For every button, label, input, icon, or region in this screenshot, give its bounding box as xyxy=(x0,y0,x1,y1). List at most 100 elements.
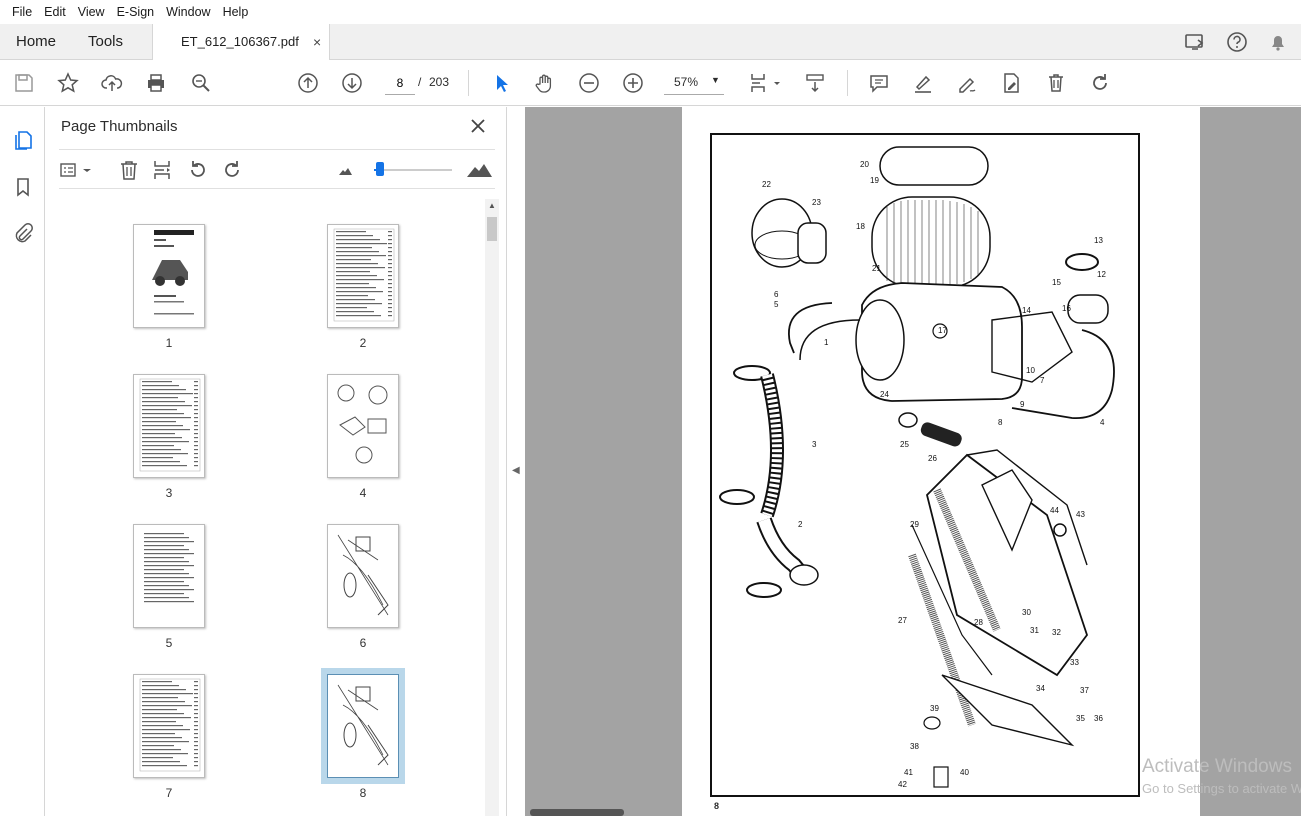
tab-document[interactable]: ET_612_106367.pdf × xyxy=(152,24,330,61)
tab-tools[interactable]: Tools xyxy=(88,24,123,60)
part-callout-number: 19 xyxy=(870,176,879,185)
document-horizontal-scrollbar[interactable] xyxy=(530,809,624,816)
part-callout-number: 8 xyxy=(998,418,1003,427)
thumbnail-page-number: 1 xyxy=(165,336,173,350)
zoom-out-icon[interactable] xyxy=(576,70,602,96)
part-callout-number: 16 xyxy=(1062,304,1071,313)
zoom-in-icon[interactable] xyxy=(620,70,646,96)
menu-edit[interactable]: Edit xyxy=(38,0,72,24)
zoom-search-icon[interactable] xyxy=(188,70,214,96)
menu-view[interactable]: View xyxy=(72,0,111,24)
scrollbar-thumb[interactable] xyxy=(487,217,497,241)
small-thumbnails-icon[interactable] xyxy=(334,158,358,182)
thumbnail-page-number: 2 xyxy=(359,336,367,350)
activate-windows-watermark: Activate Windows xyxy=(1142,756,1292,777)
cloud-upload-icon[interactable] xyxy=(99,70,125,96)
draw-pen-icon[interactable] xyxy=(954,70,980,96)
part-callout-number: 6 xyxy=(774,290,779,299)
slider-handle[interactable] xyxy=(376,162,385,176)
fit-page-icon[interactable] xyxy=(746,70,772,96)
bookmark-star-icon[interactable] xyxy=(55,70,81,96)
edit-pdf-icon[interactable] xyxy=(998,70,1024,96)
part-callout-number: 1 xyxy=(824,338,829,347)
thumbnail-options-menu-icon[interactable] xyxy=(59,158,83,182)
panel-splitter[interactable]: ◀ xyxy=(507,107,525,816)
delete-trash-icon[interactable] xyxy=(1043,70,1069,96)
part-callout-number: 24 xyxy=(880,390,889,399)
page-thumbnail[interactable] xyxy=(133,374,205,478)
part-callout-number: 32 xyxy=(1052,628,1061,637)
rotate-clockwise-icon[interactable] xyxy=(1087,70,1113,96)
page-thumbnail[interactable] xyxy=(327,524,399,628)
insert-page-icon[interactable] xyxy=(151,158,175,182)
menu-esign[interactable]: E-Sign xyxy=(111,0,161,24)
page-thumbnail[interactable] xyxy=(133,524,205,628)
previous-page-icon[interactable] xyxy=(295,70,321,96)
rotate-counterclockwise-icon[interactable] xyxy=(186,158,210,182)
share-screen-icon[interactable] xyxy=(1182,29,1208,55)
part-callout-number: 21 xyxy=(872,264,881,273)
part-callout-number: 17 xyxy=(938,326,947,335)
part-callout-number: 44 xyxy=(1050,506,1059,515)
page-thumbnails-icon[interactable] xyxy=(10,127,36,153)
menu-help[interactable]: Help xyxy=(217,0,255,24)
select-pointer-icon[interactable] xyxy=(488,70,514,96)
scroll-up-arrow-icon[interactable]: ▲ xyxy=(485,201,499,213)
thumbnail-scrollbar[interactable]: ▲ xyxy=(485,199,499,816)
part-callout-number: 14 xyxy=(1022,306,1031,315)
part-callout-number: 33 xyxy=(1070,658,1079,667)
comment-icon[interactable] xyxy=(866,70,892,96)
options-chevron-icon[interactable] xyxy=(81,158,93,182)
part-callout-number: 41 xyxy=(904,768,913,777)
thumbnail-page-number: 5 xyxy=(165,636,173,650)
print-icon[interactable] xyxy=(143,70,169,96)
page-number-input[interactable] xyxy=(385,71,415,95)
close-tab-icon[interactable]: × xyxy=(313,24,321,60)
part-callout-number: 40 xyxy=(960,768,969,777)
part-callout-number: 42 xyxy=(898,780,907,789)
part-callout-number: 15 xyxy=(1052,278,1061,287)
large-thumbnails-icon[interactable] xyxy=(464,158,494,182)
rotate-clockwise-page-icon[interactable] xyxy=(220,158,244,182)
notifications-bell-icon[interactable] xyxy=(1265,29,1291,55)
delete-page-icon[interactable] xyxy=(117,158,141,182)
thumbnail-page-number: 4 xyxy=(359,486,367,500)
part-callout-number: 10 xyxy=(1026,366,1035,375)
part-callout-number: 26 xyxy=(928,454,937,463)
help-icon[interactable] xyxy=(1224,29,1250,55)
page-thumbnail[interactable] xyxy=(133,224,205,328)
document-tab-title: ET_612_106367.pdf xyxy=(181,34,299,49)
menu-file[interactable]: File xyxy=(6,0,38,24)
part-callout-number: 34 xyxy=(1036,684,1045,693)
bookmarks-icon[interactable] xyxy=(10,174,36,200)
scroll-mode-icon[interactable] xyxy=(802,70,828,96)
fit-options-chevron-icon[interactable] xyxy=(772,70,782,96)
part-callout-number: 37 xyxy=(1080,686,1089,695)
part-callout-number: 18 xyxy=(856,222,865,231)
page-thumbnail[interactable] xyxy=(327,224,399,328)
zoom-level-dropdown[interactable]: 57% ▼ xyxy=(664,71,724,95)
hand-tool-icon[interactable] xyxy=(532,70,558,96)
page-thumbnail[interactable] xyxy=(327,374,399,478)
highlight-pen-icon[interactable] xyxy=(910,70,936,96)
part-callout-number: 30 xyxy=(1022,608,1031,617)
page-thumbnail[interactable] xyxy=(133,674,205,778)
tab-bar: Home Tools ET_612_106367.pdf × xyxy=(0,24,1301,61)
tab-home[interactable]: Home xyxy=(16,24,56,60)
page-thumbnails-panel: Page Thumbnails 123456 7 8 ▲ xyxy=(45,107,507,816)
thumbnail-grid: 1 2 3 4 5 6 7 8 xyxy=(59,199,483,816)
part-callout-number: 38 xyxy=(910,742,919,751)
part-callout-number: 43 xyxy=(1076,510,1085,519)
collapse-panel-arrow-icon[interactable]: ◀ xyxy=(512,465,520,476)
attachments-paperclip-icon[interactable] xyxy=(10,220,36,246)
parts-drawing-frame: 1 2 3 4 5 6 7 8 9 10 12 13 14 15 16 17 18 19 20 21 22 23 24 25 2… xyxy=(710,133,1140,797)
menu-window[interactable]: Window xyxy=(160,0,216,24)
thumbnail-page-number: 3 xyxy=(165,486,173,500)
close-panel-icon[interactable] xyxy=(467,115,489,137)
pdf-page: 1 2 3 4 5 6 7 8 9 10 12 13 14 15 16 17 18 19 20 21 22 23 24 25 2… xyxy=(682,107,1200,816)
document-view[interactable]: 1 2 3 4 5 6 7 8 9 10 12 13 14 15 16 17 18 19 20 21 22 23 24 25 2… xyxy=(525,107,1301,816)
next-page-icon[interactable] xyxy=(339,70,365,96)
page-thumbnail[interactable] xyxy=(321,668,405,784)
thumbnail-size-slider[interactable] xyxy=(374,169,452,171)
save-icon[interactable] xyxy=(11,70,37,96)
